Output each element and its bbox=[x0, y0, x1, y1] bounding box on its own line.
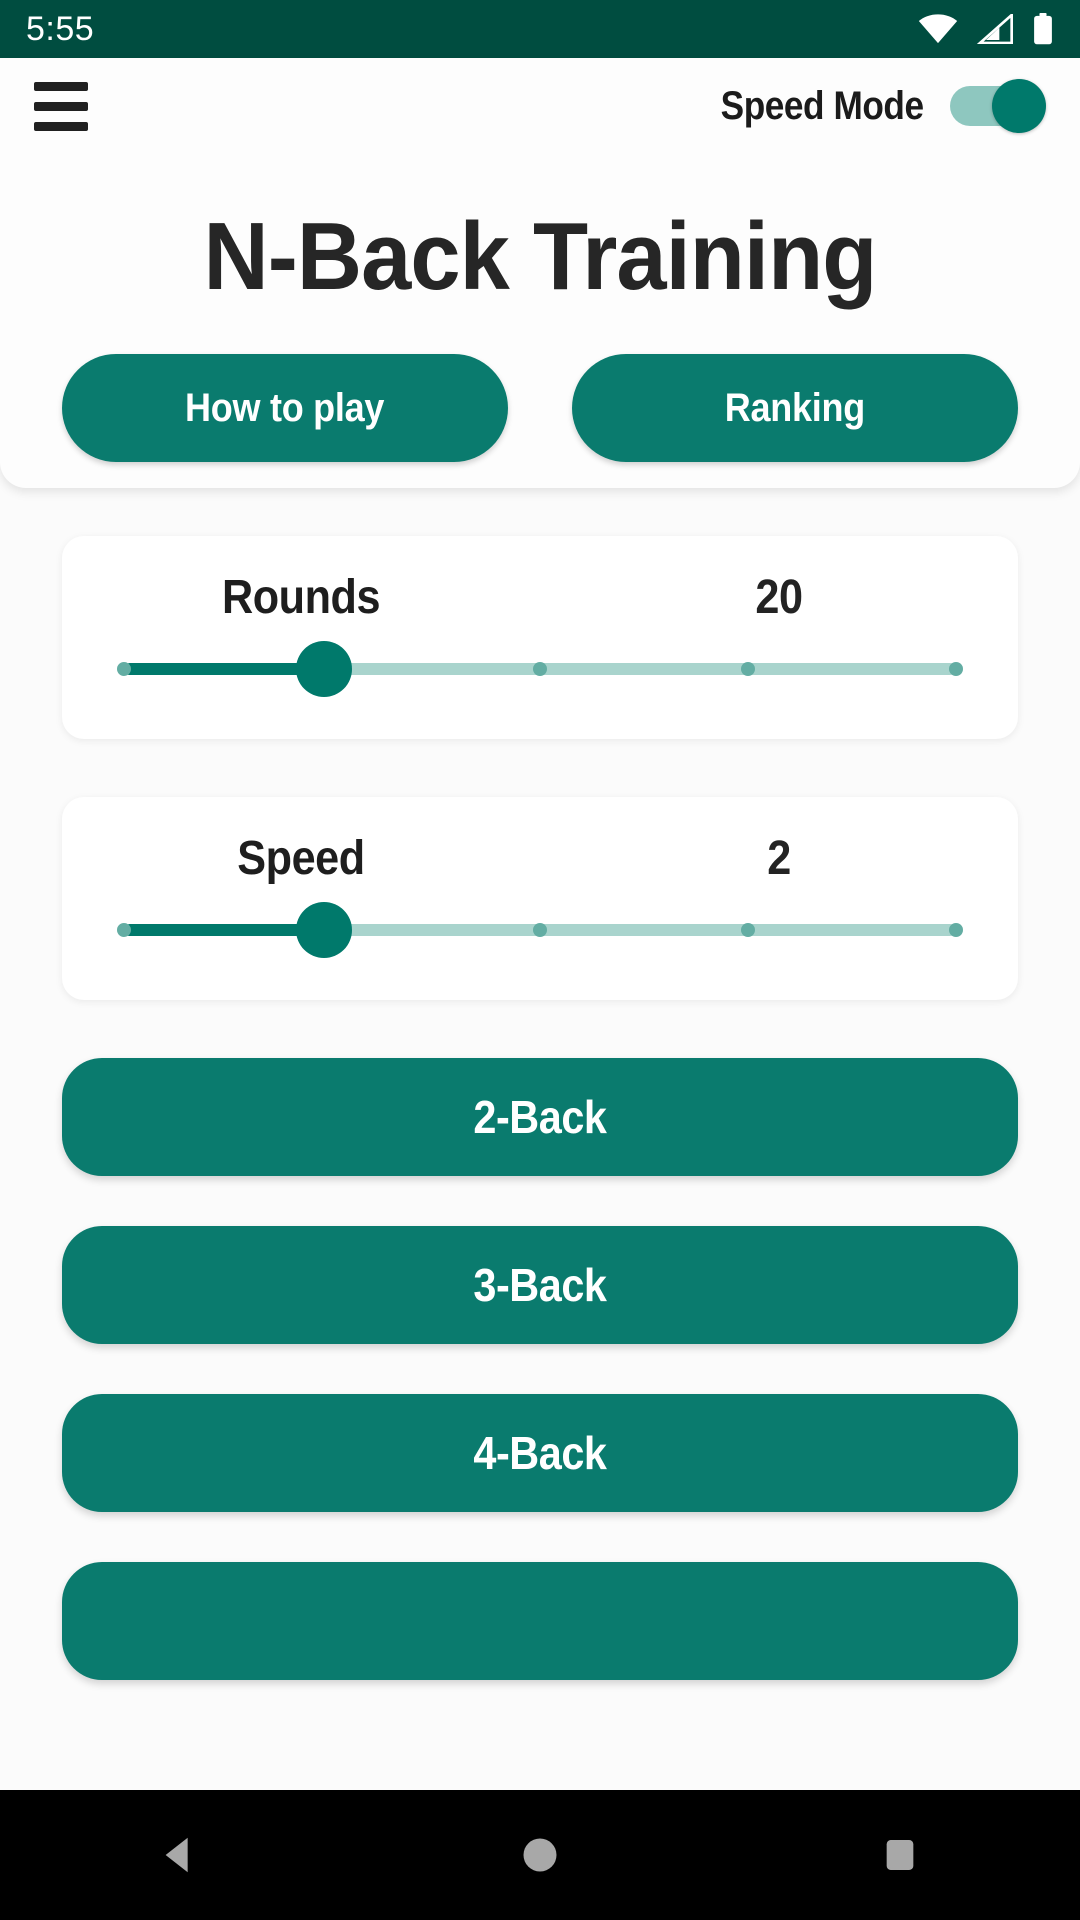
how-to-play-button[interactable]: How to play bbox=[62, 354, 508, 462]
hamburger-bar bbox=[34, 81, 88, 91]
nback-label: 2-Back bbox=[473, 1091, 607, 1143]
slider-thumb[interactable] bbox=[295, 902, 352, 958]
hamburger-bar bbox=[34, 101, 88, 111]
speed-row: Speed 2 bbox=[62, 831, 1018, 902]
slider-fill bbox=[124, 663, 324, 675]
speed-label: Speed bbox=[237, 832, 365, 885]
recents-button[interactable] bbox=[810, 1790, 990, 1920]
wifi-icon bbox=[918, 14, 958, 44]
slider-tick bbox=[533, 923, 547, 937]
slider-fill bbox=[124, 924, 324, 936]
speed-mode-label: Speed Mode bbox=[721, 83, 924, 128]
status-bar-clock: 5:55 bbox=[26, 9, 95, 48]
home-circle-icon bbox=[518, 1833, 562, 1877]
speed-value: 2 bbox=[767, 832, 791, 885]
slider-tick bbox=[949, 662, 963, 676]
slider-thumb[interactable] bbox=[295, 641, 352, 697]
header-action-buttons: How to play Ranking bbox=[0, 354, 1080, 462]
ranking-button[interactable]: Ranking bbox=[572, 354, 1018, 462]
slider-tick bbox=[949, 923, 963, 937]
slider-tick bbox=[117, 662, 131, 676]
rounds-row: Rounds 20 bbox=[62, 570, 1018, 641]
how-to-play-label: How to play bbox=[185, 385, 385, 430]
speed-mode-control: Speed Mode bbox=[693, 79, 1046, 133]
status-bar: 5:55 bbox=[0, 0, 1080, 58]
slider-tick bbox=[741, 662, 755, 676]
speed-slider[interactable] bbox=[117, 902, 963, 958]
phone-screen: 5:55 Speed Mode N-Back Training How to p… bbox=[0, 0, 1080, 1920]
back-triangle-icon bbox=[157, 1832, 203, 1878]
ranking-label: Ranking bbox=[724, 385, 866, 430]
nback-button-5[interactable] bbox=[62, 1562, 1018, 1680]
recents-square-icon bbox=[880, 1835, 920, 1875]
nback-button-4[interactable]: 4-Back bbox=[62, 1394, 1018, 1512]
nback-button-3[interactable]: 3-Back bbox=[62, 1226, 1018, 1344]
android-navigation-bar bbox=[0, 1790, 1080, 1920]
nback-label: 3-Back bbox=[473, 1259, 607, 1311]
hamburger-menu-icon[interactable] bbox=[34, 78, 90, 134]
cellular-signal-icon bbox=[976, 14, 1014, 44]
rounds-value: 20 bbox=[755, 571, 803, 624]
toggle-thumb bbox=[992, 79, 1046, 133]
app-bar: Speed Mode bbox=[0, 58, 1080, 154]
rounds-slider[interactable] bbox=[117, 641, 963, 697]
battery-icon bbox=[1032, 13, 1054, 45]
slider-tick bbox=[741, 923, 755, 937]
page-title: N-Back Training bbox=[203, 203, 878, 310]
speed-mode-toggle[interactable] bbox=[950, 79, 1046, 133]
header-card: Speed Mode N-Back Training How to play R… bbox=[0, 58, 1080, 488]
rounds-setting-card: Rounds 20 bbox=[62, 536, 1018, 739]
home-button[interactable] bbox=[450, 1790, 630, 1920]
hamburger-bar bbox=[34, 121, 88, 131]
status-bar-icons bbox=[918, 13, 1054, 45]
rounds-label: Rounds bbox=[221, 571, 381, 624]
slider-tick bbox=[533, 662, 547, 676]
slider-tick bbox=[117, 923, 131, 937]
back-button[interactable] bbox=[90, 1790, 270, 1920]
settings-and-modes: Rounds 20 Speed 2 2-Back 3-Back 4-Back bbox=[0, 488, 1080, 1920]
nback-button-2[interactable]: 2-Back bbox=[62, 1058, 1018, 1176]
speed-setting-card: Speed 2 bbox=[62, 797, 1018, 1000]
nback-label: 4-Back bbox=[473, 1427, 607, 1479]
